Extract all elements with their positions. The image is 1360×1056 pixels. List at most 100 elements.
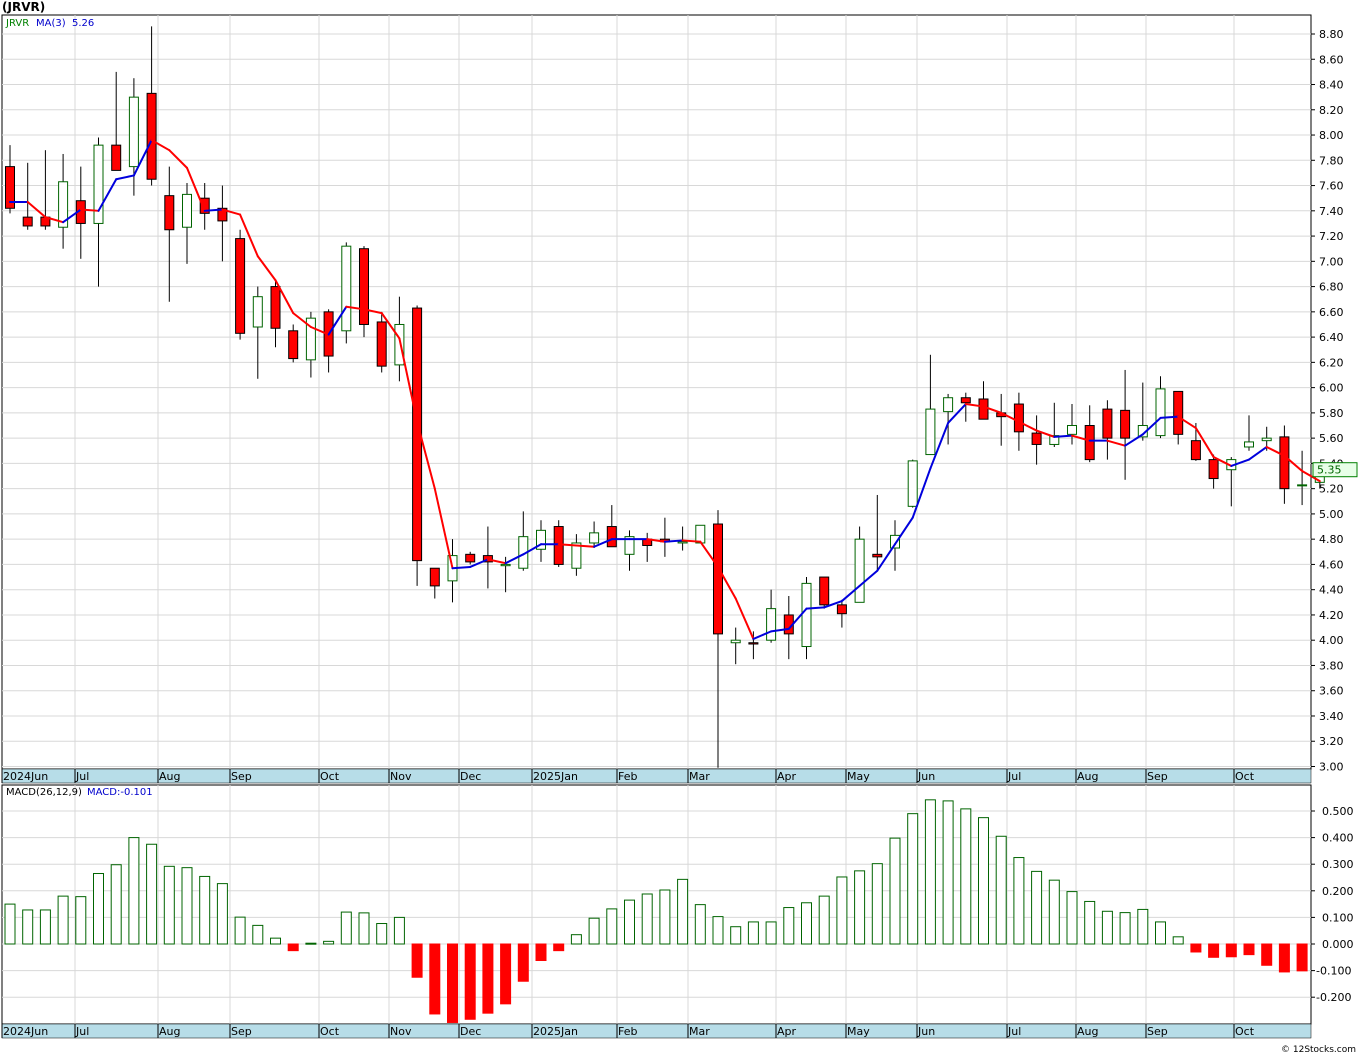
ma-line-segment bbox=[1159, 415, 1180, 419]
x-axis-label: Dec bbox=[460, 770, 481, 783]
macd-bar-positive bbox=[624, 899, 635, 945]
macd-bar-positive bbox=[128, 837, 140, 945]
candle-up bbox=[907, 460, 918, 507]
ma-line-segment bbox=[557, 543, 578, 547]
ma-line-segment bbox=[805, 606, 826, 610]
x-axis-label: Aug bbox=[159, 770, 180, 783]
macd-bar-negative bbox=[1225, 943, 1237, 958]
x-axis-label: Feb bbox=[618, 1025, 637, 1038]
price-tick-label: 7.20 bbox=[1319, 230, 1344, 243]
macd-bar-positive bbox=[1048, 879, 1060, 945]
macd-bar-positive bbox=[110, 864, 122, 945]
macd-bar-positive bbox=[1137, 908, 1149, 945]
candle-down bbox=[1031, 432, 1042, 445]
x-axis-label: Oct bbox=[320, 770, 340, 783]
price-tick-label: 8.00 bbox=[1319, 129, 1344, 142]
x-axis-label: Aug bbox=[1077, 770, 1098, 783]
candle-down bbox=[22, 216, 33, 227]
candle-up bbox=[854, 538, 865, 603]
macd-params-legend: MACD(26,12,9) bbox=[6, 787, 82, 798]
x-axis-label: 2025Jan bbox=[533, 1025, 578, 1038]
candle-down bbox=[1084, 425, 1095, 461]
candle-down bbox=[1279, 436, 1290, 490]
x-axis-label: Sep bbox=[231, 1025, 252, 1038]
x-axis-label: Jul bbox=[1007, 770, 1021, 783]
x-axis-label: Nov bbox=[390, 1025, 412, 1038]
macd-bar-negative bbox=[1243, 943, 1255, 956]
macd-bar-negative bbox=[447, 943, 458, 1023]
candle-down bbox=[553, 526, 564, 565]
macd-bar-positive bbox=[694, 904, 706, 945]
x-axis-label: Sep bbox=[231, 770, 252, 783]
candle-down bbox=[836, 604, 847, 615]
macd-bar-positive bbox=[978, 817, 989, 945]
price-tick-label: 5.20 bbox=[1319, 483, 1344, 496]
ma-line-segment bbox=[203, 208, 224, 212]
macd-bar-positive bbox=[358, 912, 370, 945]
macd-bar-positive bbox=[677, 878, 689, 945]
macd-tick-label: -0.100 bbox=[1316, 965, 1351, 978]
candle-up bbox=[128, 96, 139, 168]
stock-chart: 8.80 8.60 8.40 8.20 8.00 7.80 7.60 7.40 7.20 7.00… bbox=[1, 14, 1358, 1039]
x-axis-label: Oct bbox=[1235, 770, 1255, 783]
macd-bar-positive bbox=[270, 937, 281, 945]
candle-down bbox=[748, 642, 759, 645]
candle-up bbox=[182, 193, 192, 228]
macd-tick-label: 0.000 bbox=[1322, 938, 1354, 951]
macd-x-axis-bar bbox=[1, 1023, 1312, 1039]
candle-down bbox=[359, 248, 369, 325]
macd-bar-positive bbox=[783, 907, 795, 945]
macd-bar-positive bbox=[252, 924, 264, 945]
candle-up bbox=[500, 563, 511, 567]
macd-bar-negative bbox=[500, 943, 512, 1005]
price-tick-label: 6.20 bbox=[1319, 356, 1344, 369]
last-price-label: 5.35 bbox=[1317, 464, 1342, 477]
candle-down bbox=[960, 397, 971, 404]
macd-bar-positive bbox=[199, 875, 211, 945]
x-axis-label: Aug bbox=[159, 1025, 180, 1038]
macd-bar-negative bbox=[482, 943, 494, 1014]
candle-up bbox=[890, 534, 900, 549]
macd-tick-label: 0.400 bbox=[1322, 832, 1354, 845]
macd-bar-positive bbox=[730, 926, 742, 945]
candle-down bbox=[164, 195, 175, 231]
x-axis-label: Jul bbox=[75, 1025, 89, 1038]
candle-down bbox=[606, 526, 617, 548]
x-axis-label: Apr bbox=[777, 1025, 797, 1038]
ma-line-segment bbox=[1053, 434, 1073, 438]
ma-line-segment bbox=[663, 539, 684, 543]
macd-bar-negative bbox=[553, 943, 565, 952]
price-tick-label: 4.60 bbox=[1319, 558, 1344, 571]
macd-bar-positive bbox=[305, 942, 317, 945]
macd-bar-positive bbox=[818, 895, 830, 945]
candle-up bbox=[943, 397, 954, 413]
x-axis-label: Jul bbox=[1007, 1025, 1021, 1038]
candle-down bbox=[978, 398, 989, 420]
candle-down bbox=[872, 553, 883, 558]
macd-bar-positive bbox=[39, 909, 51, 945]
candle-up bbox=[1244, 441, 1254, 448]
x-axis-label: Jul bbox=[75, 770, 89, 783]
ma-line-segment bbox=[79, 208, 100, 212]
macd-bar-positive bbox=[376, 923, 388, 945]
price-tick-label: 4.40 bbox=[1319, 584, 1344, 597]
price-tick-label: 3.00 bbox=[1319, 761, 1344, 774]
ma-legend: MA(3) bbox=[36, 18, 66, 29]
price-tick-label: 7.00 bbox=[1319, 255, 1344, 268]
price-tick-label: 4.20 bbox=[1319, 609, 1344, 622]
candle-down bbox=[713, 523, 723, 635]
x-axis-label: Mar bbox=[689, 1025, 710, 1038]
macd-bar-negative bbox=[287, 943, 299, 952]
candle-up bbox=[1067, 425, 1077, 435]
macd-bar-negative bbox=[1190, 943, 1202, 953]
macd-bar-positive bbox=[871, 863, 883, 945]
price-tick-label: 8.60 bbox=[1319, 53, 1344, 66]
candle-down bbox=[288, 330, 299, 360]
macd-bar-positive bbox=[889, 837, 901, 945]
macd-bar-positive bbox=[1172, 936, 1184, 945]
candle-up bbox=[730, 639, 741, 644]
macd-bar-negative bbox=[411, 943, 423, 978]
price-tick-label: 7.40 bbox=[1319, 205, 1344, 218]
macd-bar-positive bbox=[836, 876, 848, 945]
price-x-axis-bar bbox=[1, 768, 1312, 784]
